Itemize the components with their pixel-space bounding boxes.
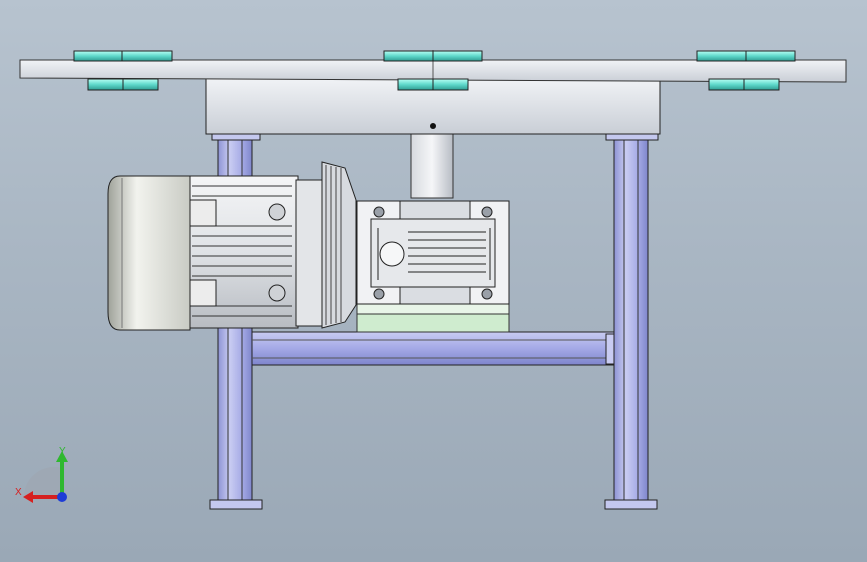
z-axis-dot bbox=[57, 492, 67, 502]
electric-motor[interactable] bbox=[185, 175, 323, 329]
bearing-top-left[interactable] bbox=[73, 50, 173, 62]
right-frame-post[interactable] bbox=[604, 133, 659, 510]
center-point-marker bbox=[430, 123, 436, 129]
cad-model-front-view[interactable]: Y X bbox=[0, 0, 867, 562]
y-axis-label: Y bbox=[59, 446, 66, 457]
worm-gearbox[interactable] bbox=[356, 200, 510, 305]
drive-shaft[interactable] bbox=[410, 133, 454, 199]
motor-end-cap[interactable] bbox=[107, 175, 191, 331]
bearing-bottom-left[interactable] bbox=[87, 78, 159, 91]
gearbox-mount-plate[interactable] bbox=[356, 303, 510, 333]
bearing-bottom-right[interactable] bbox=[708, 78, 780, 91]
bearing-top-right[interactable] bbox=[696, 50, 796, 62]
bearing-top-center[interactable] bbox=[383, 50, 483, 62]
graphics-viewport[interactable]: Y X bbox=[0, 0, 867, 562]
bearing-bottom-center[interactable] bbox=[397, 78, 469, 91]
x-axis-label: X bbox=[15, 487, 22, 498]
cross-beam[interactable] bbox=[251, 331, 615, 366]
coordinate-triad: Y X bbox=[15, 446, 68, 503]
